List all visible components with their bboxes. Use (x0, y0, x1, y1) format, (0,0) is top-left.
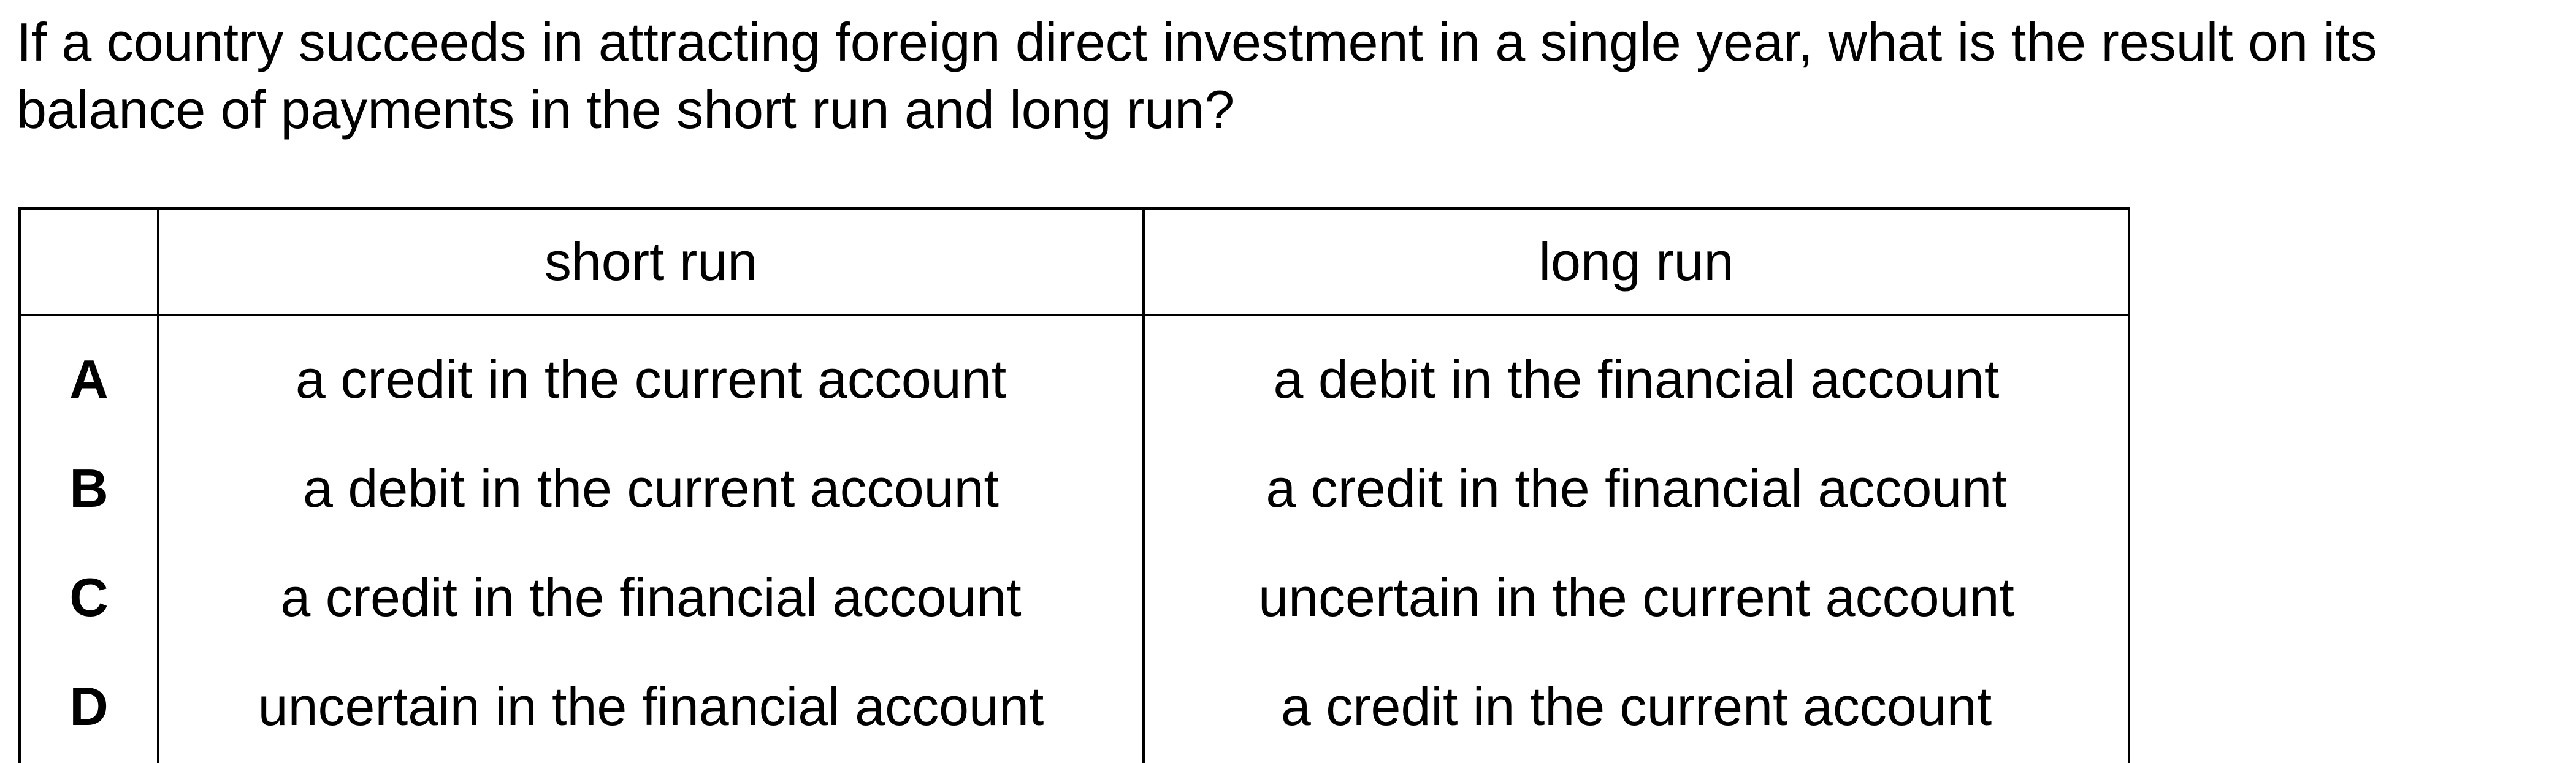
option-letter: C (18, 543, 159, 652)
question-text: If a country succeeds in attracting fore… (17, 12, 2377, 140)
long-run-cell: a credit in the financial account (1142, 434, 2130, 543)
header-long-run: long run (1142, 207, 2130, 316)
short-run-cell: uncertain in the financial account (157, 652, 1145, 763)
table-header-row: short run long run (18, 207, 2130, 316)
short-run-cell: a credit in the current account (157, 315, 1145, 434)
long-run-cell: uncertain in the current account (1142, 543, 2130, 652)
option-letter: B (18, 434, 159, 543)
table-row-option-d: D uncertain in the financial account a c… (18, 652, 2130, 763)
option-letter: A (18, 315, 159, 434)
header-option (18, 207, 159, 316)
short-run-cell: a debit in the current account (157, 434, 1145, 543)
table-row-option-c: C a credit in the financial account unce… (18, 543, 2130, 652)
header-short-run: short run (157, 207, 1145, 316)
option-letter: D (18, 652, 159, 763)
table-row-option-b: B a debit in the current account a credi… (18, 434, 2130, 543)
long-run-cell: a debit in the financial account (1142, 315, 2130, 434)
answer-options-table: short run long run A a credit in the cur… (18, 207, 2130, 763)
long-run-cell: a credit in the current account (1142, 652, 2130, 763)
table-row-option-a: A a credit in the current account a debi… (18, 315, 2130, 434)
short-run-cell: a credit in the financial account (157, 543, 1145, 652)
